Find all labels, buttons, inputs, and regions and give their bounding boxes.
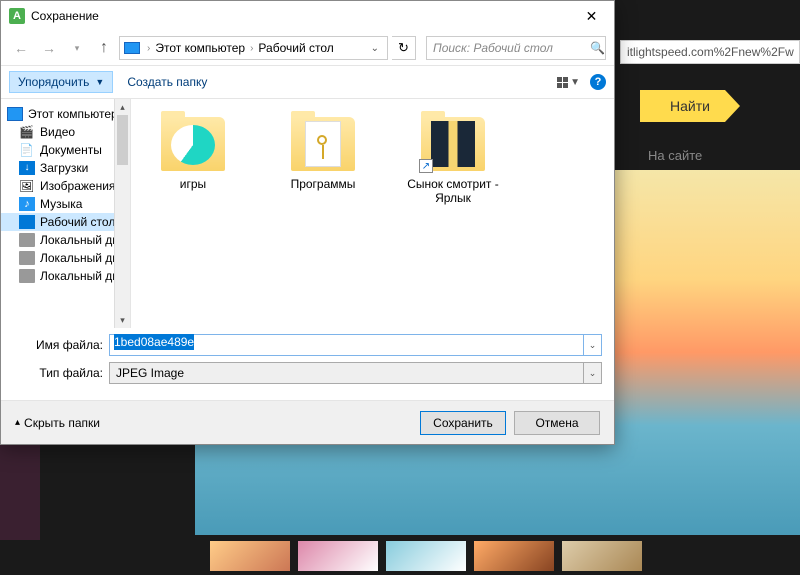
thumbnail-strip [210, 537, 800, 575]
sidebar: Этот компьютер Видео Документы Загрузки … [1, 99, 131, 328]
filename-input[interactable]: 1bed08ae489e [109, 334, 584, 356]
path-current[interactable]: Рабочий стол [258, 41, 333, 55]
search-input[interactable] [433, 41, 590, 55]
toolbar: Упорядочить ▼ Создать папку ▼ ? [1, 65, 614, 99]
search-icon[interactable]: 🔍 [590, 41, 605, 55]
path-dropdown[interactable]: ⌄ [367, 43, 383, 54]
scrollbar[interactable]: ▴ ▾ [114, 99, 130, 328]
new-folder-button[interactable]: Создать папку [127, 75, 207, 89]
save-button[interactable]: Сохранить [420, 411, 506, 435]
back-button[interactable]: ← [9, 36, 33, 60]
filename-label: Имя файла: [13, 338, 109, 352]
sidebar-item-video[interactable]: Видео [1, 123, 130, 141]
refresh-button[interactable]: ↻ [392, 36, 416, 60]
folder-label: игры [143, 177, 243, 191]
sidebar-root[interactable]: Этот компьютер [1, 105, 130, 123]
scroll-up[interactable]: ▴ [115, 99, 130, 115]
thumbnail[interactable] [386, 541, 466, 571]
app-icon: A [9, 8, 25, 24]
chevron-right-icon: › [247, 43, 256, 54]
disk-icon [19, 269, 35, 283]
chevron-right-icon: › [144, 43, 153, 54]
help-icon[interactable]: ? [590, 74, 606, 90]
url-bar[interactable]: itlightspeed.com%2Fnew%2Fw [620, 40, 800, 64]
thumbnail[interactable] [298, 541, 378, 571]
chevron-down-icon: ▼ [95, 77, 104, 87]
document-icon [19, 143, 35, 157]
sidebar-item-disk[interactable]: Локальный дис [1, 249, 130, 267]
dialog-title: Сохранение [31, 9, 569, 23]
filetype-dropdown[interactable]: ⌄ [584, 362, 602, 384]
sidebar-item-images[interactable]: Изображения [1, 177, 130, 195]
save-dialog: A Сохранение ✕ ← → ▾ ↑ › Этот компьютер … [0, 0, 615, 445]
filename-dropdown[interactable]: ⌄ [584, 334, 602, 356]
sidebar-item-documents[interactable]: Документы [1, 141, 130, 159]
site-tab[interactable]: На сайте [648, 148, 702, 163]
folder-shortcut[interactable]: ↗ Сынок смотрит - Ярлык [403, 117, 503, 205]
sidebar-item-desktop[interactable]: Рабочий стол [1, 213, 130, 231]
dialog-footer: ▴ Скрыть папки Сохранить Отмена [1, 400, 614, 444]
folder-label: Программы [273, 177, 373, 191]
hide-folders-toggle[interactable]: ▴ Скрыть папки [15, 416, 100, 430]
desktop-icon [19, 215, 35, 229]
chevron-up-icon: ▴ [15, 417, 20, 428]
address-bar[interactable]: › Этот компьютер › Рабочий стол ⌄ [119, 36, 388, 60]
up-button[interactable]: ↑ [93, 37, 115, 59]
nav-bar: ← → ▾ ↑ › Этот компьютер › Рабочий стол … [1, 31, 614, 65]
image-icon [19, 179, 35, 193]
thumbnail[interactable] [474, 541, 554, 571]
forward-button[interactable]: → [37, 36, 61, 60]
grid-icon [557, 77, 568, 88]
sidebar-item-downloads[interactable]: Загрузки [1, 159, 130, 177]
music-icon [19, 197, 35, 211]
folder-label: Сынок смотрит - Ярлык [403, 177, 503, 205]
organize-button[interactable]: Упорядочить ▼ [9, 71, 113, 93]
filetype-label: Тип файла: [13, 366, 109, 380]
scroll-down[interactable]: ▾ [115, 312, 130, 328]
side-image [0, 440, 40, 540]
titlebar[interactable]: A Сохранение ✕ [1, 1, 614, 31]
video-icon [19, 125, 35, 139]
folder-games[interactable]: игры [143, 117, 243, 191]
recent-dropdown[interactable]: ▾ [65, 36, 89, 60]
path-root[interactable]: Этот компьютер [155, 41, 245, 55]
pc-icon [7, 107, 23, 121]
search-box[interactable]: 🔍 [426, 36, 606, 60]
pc-icon [124, 42, 140, 54]
sidebar-item-music[interactable]: Музыка [1, 195, 130, 213]
folder-view[interactable]: игры Программы ↗ Сынок смотрит - Ярлык [131, 99, 614, 328]
thumbnail[interactable] [562, 541, 642, 571]
sidebar-item-disk[interactable]: Локальный дис [1, 231, 130, 249]
cancel-button[interactable]: Отмена [514, 411, 600, 435]
close-button[interactable]: ✕ [569, 1, 614, 31]
view-button[interactable]: ▼ [557, 77, 580, 88]
download-icon [19, 161, 35, 175]
sidebar-item-disk[interactable]: Локальный дис [1, 267, 130, 285]
folder-programs[interactable]: Программы [273, 117, 373, 191]
disk-icon [19, 233, 35, 247]
disk-icon [19, 251, 35, 265]
thumbnail[interactable] [210, 541, 290, 571]
scroll-thumb[interactable] [117, 115, 128, 165]
filetype-select[interactable]: JPEG Image [109, 362, 584, 384]
shortcut-arrow-icon: ↗ [419, 159, 433, 173]
search-button[interactable]: Найти [640, 90, 740, 122]
file-fields: Имя файла: 1bed08ae489e ⌄ Тип файла: JPE… [1, 328, 614, 400]
